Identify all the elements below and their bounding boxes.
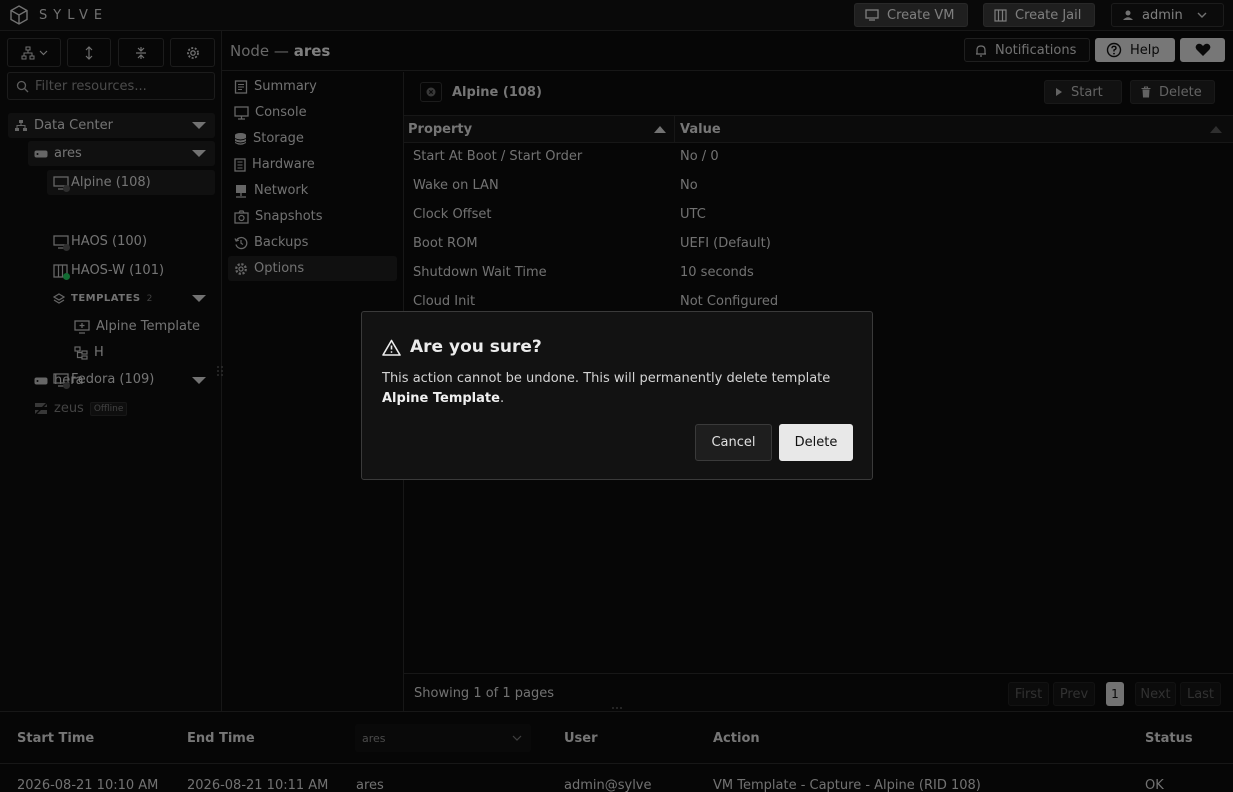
- dialog-title-text: Are you sure?: [410, 337, 542, 357]
- confirm-delete-dialog: Are you sure? This action cannot be undo…: [361, 311, 873, 480]
- cancel-button[interactable]: Cancel: [695, 424, 772, 461]
- dialog-title: Are you sure?: [382, 337, 542, 357]
- dialog-message: This action cannot be undone. This will …: [382, 371, 831, 406]
- dialog-message-text: This action cannot be undone. This will …: [382, 371, 831, 386]
- dialog-target-name: Alpine Template: [382, 391, 500, 406]
- warning-icon: [382, 339, 401, 356]
- confirm-delete-button[interactable]: Delete: [779, 424, 853, 461]
